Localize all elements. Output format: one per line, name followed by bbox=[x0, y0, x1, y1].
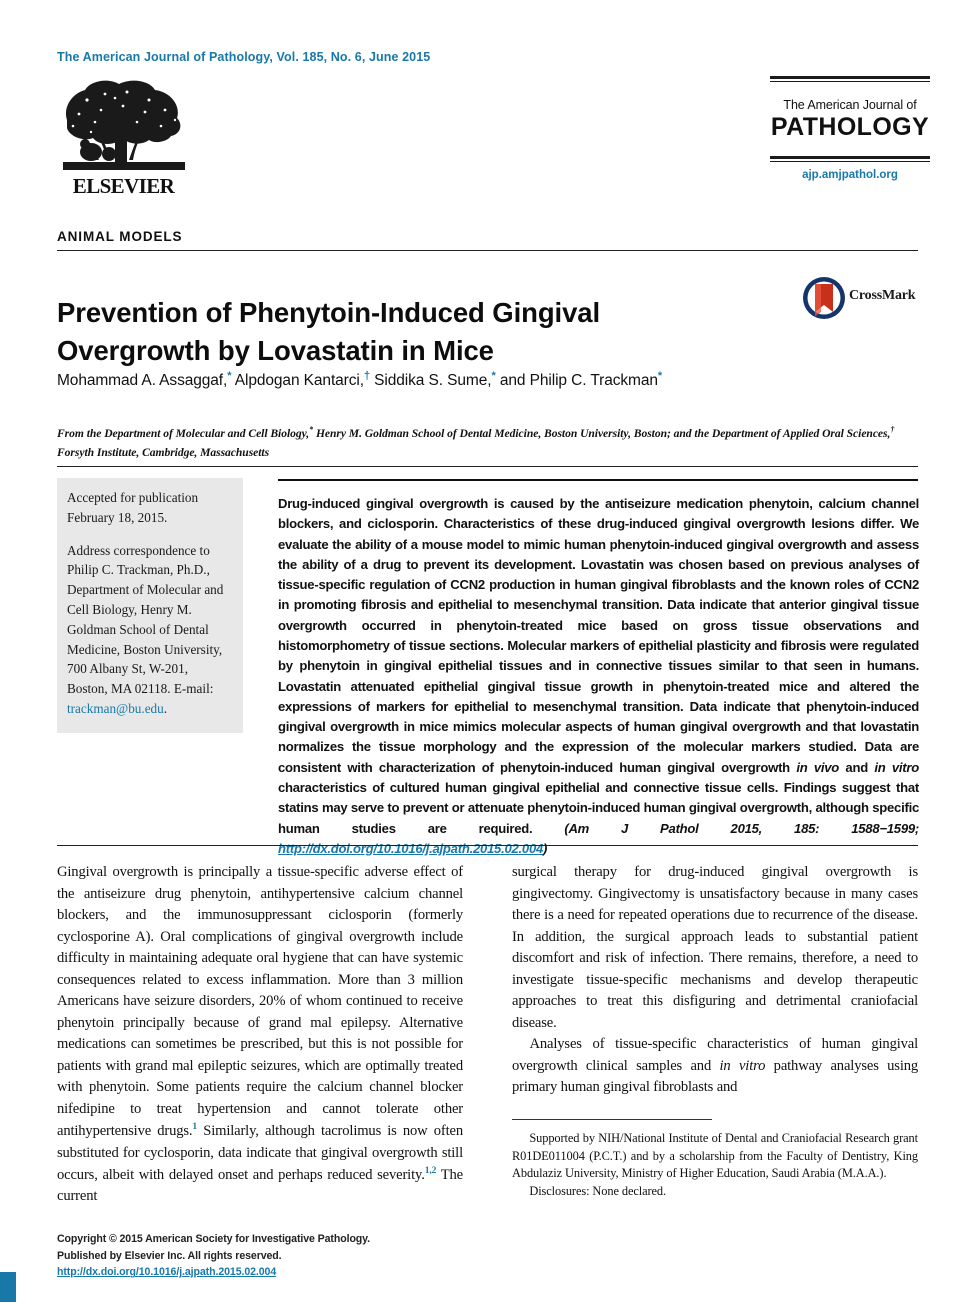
journal-logo-subtitle: The American Journal of bbox=[783, 98, 917, 112]
correspondence-email[interactable]: trackman@bu.edu bbox=[67, 701, 164, 716]
journal-logo-title: PATHOLOGY bbox=[770, 113, 930, 141]
abstract-top-rule bbox=[278, 479, 918, 481]
page-edge-marker bbox=[0, 1272, 16, 1302]
body-column-right: surgical therapy for drug-induced gingiv… bbox=[512, 862, 918, 1099]
copyright-line-1: Copyright © 2015 American Society for In… bbox=[57, 1233, 371, 1245]
logo-rule-top bbox=[770, 76, 930, 79]
copyright-line-2: Published by Elsevier Inc. All rights re… bbox=[57, 1249, 282, 1262]
body-left-text-1: Gingival overgrowth is principally a tis… bbox=[57, 864, 463, 1140]
journal-logo-block: The American Journal of PATHOLOGY ajp.am… bbox=[770, 76, 930, 181]
logo-rule-bottom2 bbox=[770, 160, 930, 162]
journal-website-link[interactable]: ajp.amjpathol.org bbox=[770, 169, 930, 181]
body-column-left: Gingival overgrowth is principally a tis… bbox=[57, 862, 463, 1208]
logo-rule-bottom bbox=[770, 155, 930, 159]
elsevier-tree-logo-icon bbox=[57, 78, 202, 174]
correspondence-block: Address correspondence to Philip C. Trac… bbox=[67, 541, 231, 719]
abstract-text: Drug-induced gingival overgrowth is caus… bbox=[278, 494, 919, 859]
kicker-divider bbox=[57, 250, 918, 251]
abstract-citation-close: ) bbox=[543, 840, 548, 856]
footnote-divider bbox=[512, 1119, 712, 1120]
abstract-citation: (Am J Pathol 2015, 185: 1588−1599; bbox=[564, 820, 919, 836]
abstract-in-vitro: in vitro bbox=[874, 759, 919, 775]
page-title: Prevention of Phenytoin-Induced Gingival… bbox=[57, 297, 600, 367]
affiliations: From the Department of Molecular and Cel… bbox=[57, 425, 895, 459]
author-list: Mohammad A. Assaggaf,* Alpdogan Kantarci… bbox=[57, 370, 663, 390]
crossmark-badge[interactable]: CrossMark bbox=[802, 276, 916, 324]
body-paragraph-right-2: Analyses of tissue-specific characterist… bbox=[512, 1034, 918, 1099]
crossmark-badge-icon bbox=[802, 277, 846, 324]
body-paragraph-right-1: surgical therapy for drug-induced gingiv… bbox=[512, 864, 918, 1031]
logo-rule-top2 bbox=[770, 81, 930, 82]
footer-doi-link[interactable]: http://dx.doi.org/10.1016/j.ajpath.2015.… bbox=[57, 1266, 276, 1278]
abstract-body-1: Drug-induced gingival overgrowth is caus… bbox=[278, 496, 919, 775]
email-period: . bbox=[163, 700, 168, 716]
reference-marker-1-2[interactable]: 1,2 bbox=[425, 1165, 437, 1176]
abstract-in-vivo: in vivo bbox=[796, 759, 840, 775]
elsevier-wordmark: ELSEVIER bbox=[72, 174, 175, 198]
article-page: The American Journal of Pathology, Vol. … bbox=[0, 0, 975, 1305]
section-kicker: ANIMAL MODELS bbox=[57, 229, 183, 244]
funding-note: Supported by NIH/National Institute of D… bbox=[512, 1131, 918, 1181]
abstract-doi-link[interactable]: http://dx.doi.org/10.1016/j.ajpath.2015.… bbox=[278, 841, 543, 856]
body-paragraph-left-1: Gingival overgrowth is principally a tis… bbox=[57, 862, 463, 1208]
body-right-in-vitro: in vitro bbox=[719, 1057, 766, 1074]
page-footer: Copyright © 2015 American Society for In… bbox=[57, 1231, 557, 1281]
body-top-rule bbox=[57, 845, 918, 846]
elsevier-logo: ELSEVIER bbox=[57, 78, 202, 203]
correspondence-text: Address correspondence to Philip C. Trac… bbox=[67, 542, 224, 697]
crossmark-label: CrossMark bbox=[849, 288, 916, 303]
masthead-journal-line: The American Journal of Pathology, Vol. … bbox=[57, 50, 431, 64]
article-meta-sidebar: Accepted for publication February 18, 20… bbox=[57, 478, 243, 733]
footnotes-block: Supported by NIH/National Institute of D… bbox=[512, 1130, 918, 1200]
abstract-mid: and bbox=[839, 759, 875, 775]
affiliation-divider bbox=[57, 466, 918, 467]
accepted-date: Accepted for publication February 18, 20… bbox=[67, 490, 199, 525]
disclosures-note: Disclosures: None declared. bbox=[529, 1183, 667, 1198]
